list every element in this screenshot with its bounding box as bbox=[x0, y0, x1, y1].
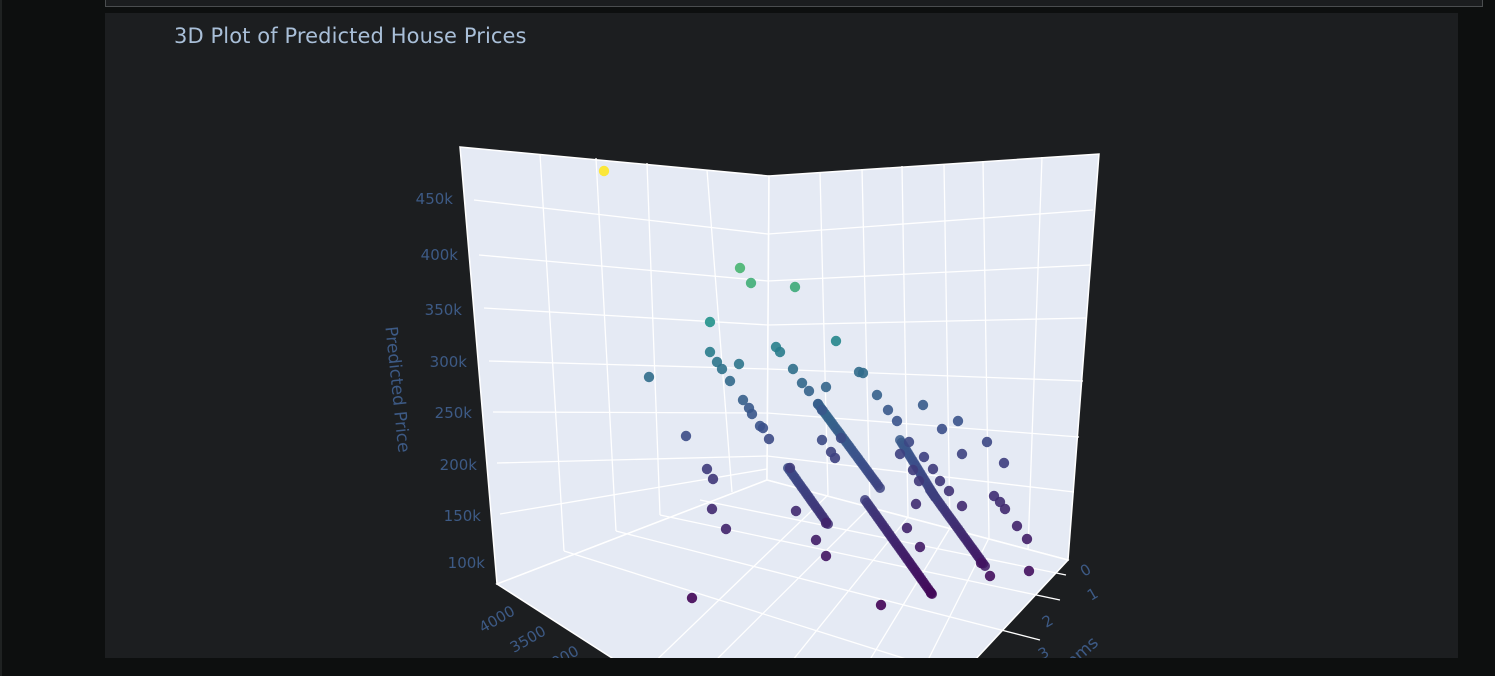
z-tick-label: 350k bbox=[425, 301, 463, 319]
data-point[interactable] bbox=[774, 346, 786, 358]
data-point[interactable] bbox=[936, 423, 948, 435]
z-axis-title: Predicted Price bbox=[380, 325, 413, 453]
data-point[interactable] bbox=[704, 316, 716, 328]
z-tick-label: 300k bbox=[430, 353, 468, 371]
data-point[interactable] bbox=[643, 371, 655, 383]
data-point[interactable] bbox=[871, 389, 883, 401]
data-point[interactable] bbox=[891, 415, 903, 427]
data-point[interactable] bbox=[910, 498, 922, 510]
data-point[interactable] bbox=[707, 473, 719, 485]
data-point[interactable] bbox=[820, 550, 832, 562]
data-point[interactable] bbox=[914, 541, 926, 553]
z-tick-label: 100k bbox=[448, 554, 486, 572]
data-point[interactable] bbox=[745, 277, 757, 289]
data-point[interactable] bbox=[925, 587, 937, 599]
z-tick-label: 450k bbox=[416, 190, 454, 208]
data-point[interactable] bbox=[1021, 533, 1033, 545]
data-point[interactable] bbox=[1023, 565, 1035, 577]
data-point[interactable] bbox=[934, 475, 946, 487]
data-point[interactable] bbox=[820, 381, 832, 393]
data-point[interactable] bbox=[882, 404, 894, 416]
data-point[interactable] bbox=[981, 436, 993, 448]
data-point[interactable] bbox=[790, 505, 802, 517]
x-tick-label: 3000 bbox=[540, 642, 582, 658]
data-point[interactable] bbox=[829, 452, 841, 464]
y-tick-label: 3 bbox=[1035, 643, 1052, 658]
data-point[interactable] bbox=[1011, 520, 1023, 532]
data-point[interactable] bbox=[853, 366, 865, 378]
scatter3d-plot[interactable]: 450k 400k 350k 300k 250k 200k 150k 100k 40003500… bbox=[105, 13, 1458, 658]
data-point[interactable] bbox=[999, 503, 1011, 515]
data-point[interactable] bbox=[913, 475, 925, 487]
data-point[interactable] bbox=[956, 448, 968, 460]
data-point[interactable] bbox=[917, 399, 929, 411]
data-point[interactable] bbox=[733, 358, 745, 370]
data-point[interactable] bbox=[901, 522, 913, 534]
data-point[interactable] bbox=[784, 462, 796, 474]
z-tick-label: 150k bbox=[444, 507, 482, 525]
data-point[interactable] bbox=[894, 448, 906, 460]
data-point[interactable] bbox=[816, 404, 828, 416]
plot-output-area[interactable]: 450k 400k 350k 300k 250k 200k 150k 100k 4000 3500… bbox=[105, 13, 1458, 658]
scene-background bbox=[459, 146, 1100, 658]
data-point[interactable] bbox=[724, 375, 736, 387]
data-point[interactable] bbox=[706, 503, 718, 515]
data-point[interactable] bbox=[810, 534, 822, 546]
data-point[interactable] bbox=[830, 335, 842, 347]
data-point[interactable] bbox=[820, 517, 832, 529]
data-point[interactable] bbox=[746, 408, 758, 420]
data-point[interactable] bbox=[816, 434, 828, 446]
z-tick-label: 200k bbox=[440, 456, 478, 474]
y-axis-title: oms bbox=[1063, 633, 1103, 658]
data-point[interactable] bbox=[927, 463, 939, 475]
data-point[interactable] bbox=[789, 281, 801, 293]
previous-cell-border bbox=[105, 0, 1483, 7]
notebook-gutter bbox=[0, 0, 105, 676]
data-point[interactable] bbox=[956, 500, 968, 512]
data-point[interactable] bbox=[952, 415, 964, 427]
data-point[interactable] bbox=[787, 363, 799, 375]
x-tick-label: 3500 bbox=[507, 622, 549, 657]
data-point[interactable] bbox=[704, 346, 716, 358]
data-point[interactable] bbox=[720, 523, 732, 535]
data-point[interactable] bbox=[835, 432, 847, 444]
data-point[interactable] bbox=[763, 433, 775, 445]
data-point[interactable] bbox=[796, 377, 808, 389]
y-tick-label: 0 bbox=[1077, 560, 1094, 580]
data-point[interactable] bbox=[734, 262, 746, 274]
data-point[interactable] bbox=[903, 436, 915, 448]
data-point[interactable] bbox=[680, 430, 692, 442]
data-point[interactable] bbox=[918, 451, 930, 463]
x-tick-label: 4000 bbox=[476, 602, 518, 637]
data-point[interactable] bbox=[701, 463, 713, 475]
data-point[interactable] bbox=[998, 457, 1010, 469]
data-point[interactable] bbox=[757, 422, 769, 434]
data-point[interactable] bbox=[875, 483, 885, 493]
y-tick-label: 1 bbox=[1084, 584, 1101, 604]
x-axis-title: G bbox=[484, 656, 505, 658]
z-tick-label: 250k bbox=[435, 404, 473, 422]
data-point[interactable] bbox=[984, 570, 996, 582]
data-point[interactable] bbox=[598, 165, 610, 177]
plot-title: 3D Plot of Predicted House Prices bbox=[174, 24, 527, 48]
data-point[interactable] bbox=[907, 464, 919, 476]
y-tick-label: 2 bbox=[1039, 611, 1056, 631]
data-point[interactable] bbox=[930, 492, 940, 502]
data-point[interactable] bbox=[716, 363, 728, 375]
data-point[interactable] bbox=[686, 592, 698, 604]
z-tick-label: 400k bbox=[421, 246, 459, 264]
data-point[interactable] bbox=[943, 485, 955, 497]
data-point[interactable] bbox=[803, 385, 815, 397]
data-point[interactable] bbox=[875, 599, 887, 611]
data-point[interactable] bbox=[975, 557, 987, 569]
